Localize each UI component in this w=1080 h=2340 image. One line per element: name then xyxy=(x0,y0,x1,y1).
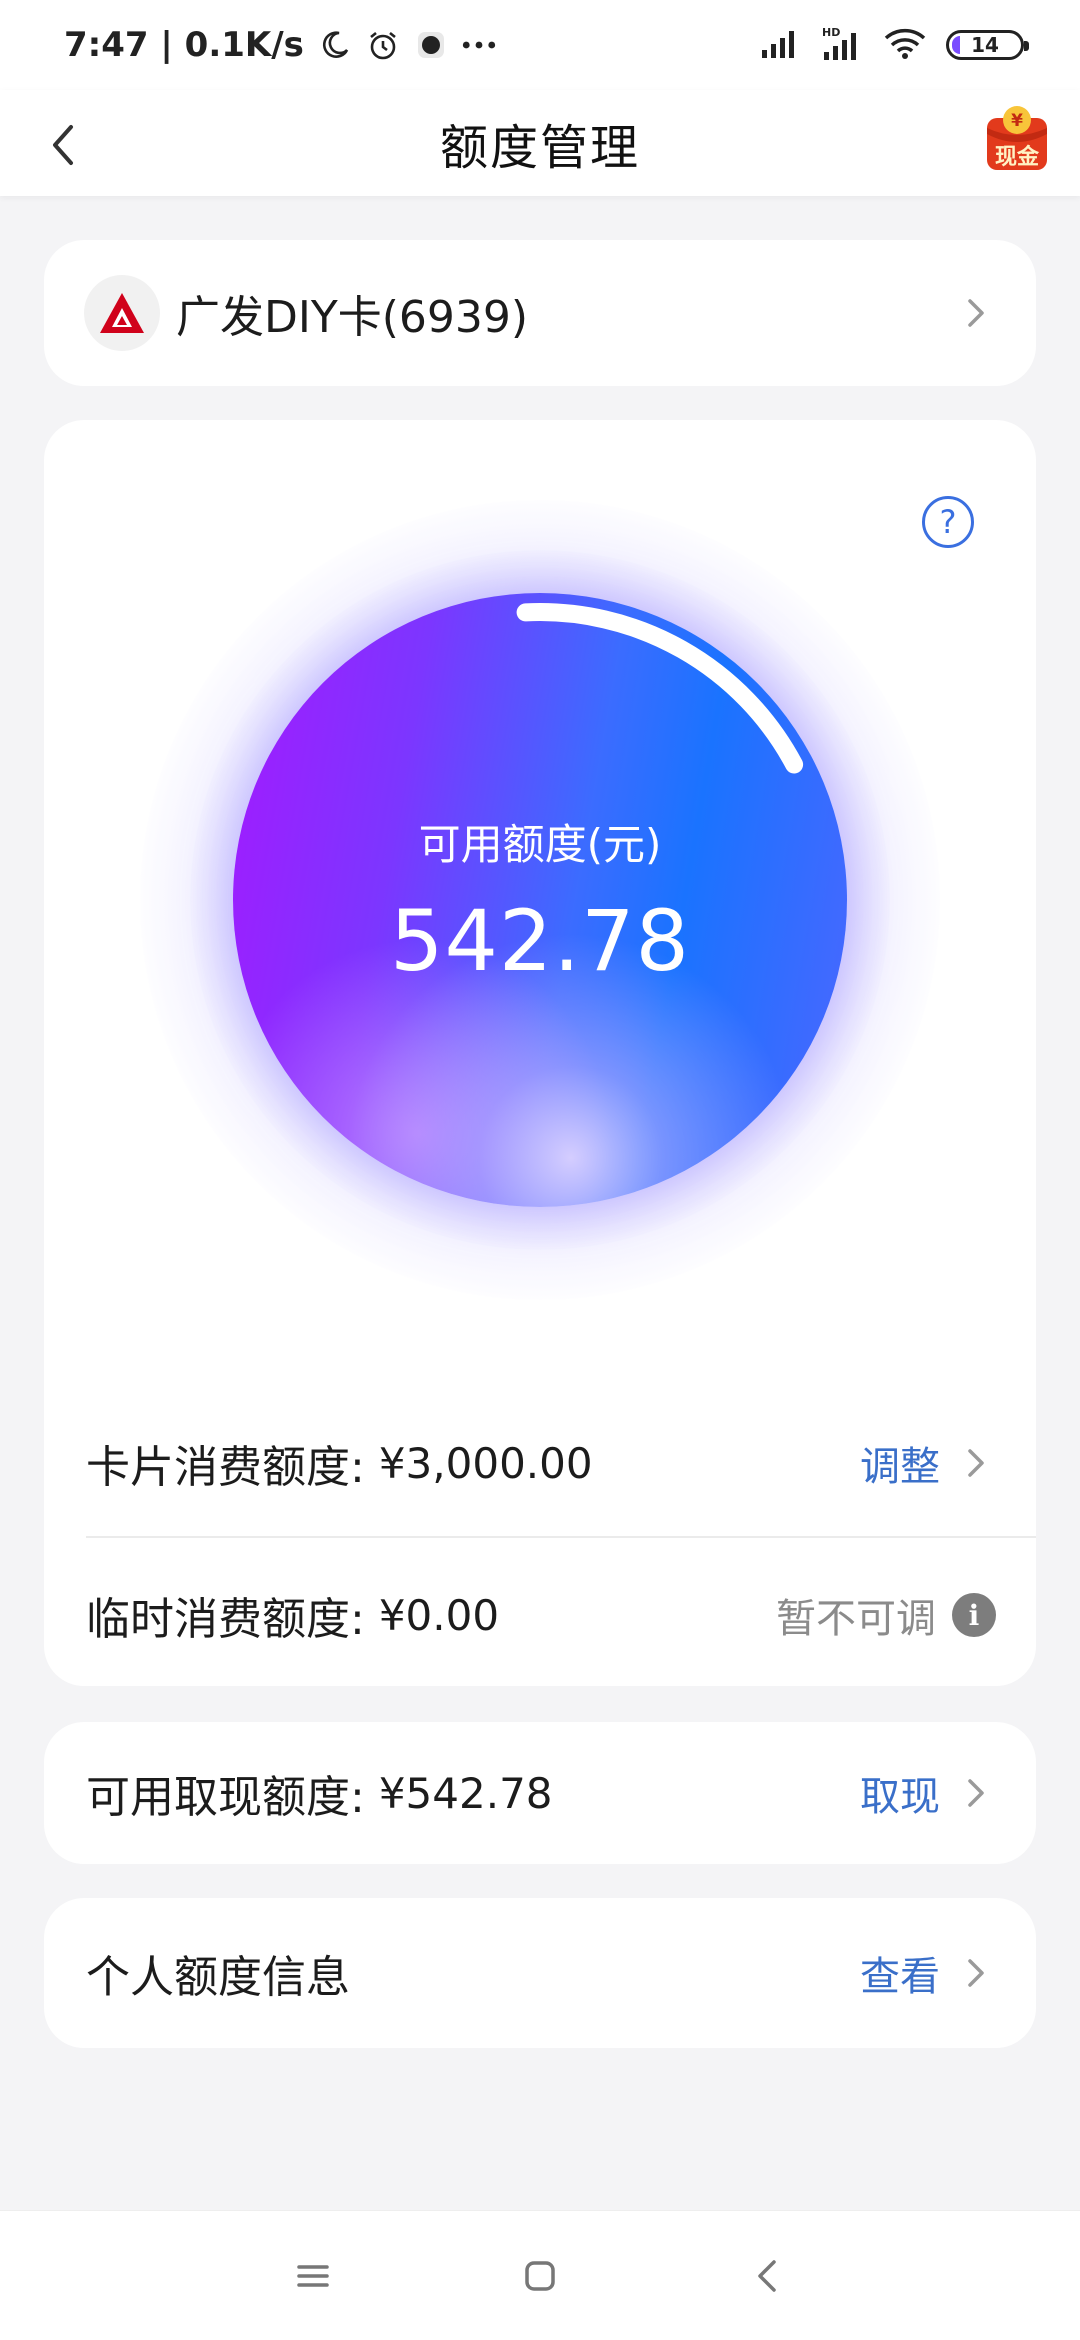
wifi-icon xyxy=(884,27,926,63)
hd-signal-icon: HD xyxy=(820,26,864,64)
back-arrow-icon xyxy=(53,125,73,165)
card-limit-row[interactable]: 卡片消费额度: ¥3,000.00 调整 xyxy=(44,1388,1036,1538)
view-info-link[interactable]: 查看 xyxy=(860,1944,940,2002)
alarm-icon xyxy=(366,28,400,62)
cash-badge-button[interactable]: ¥ 现金 xyxy=(984,104,1050,174)
help-button[interactable]: ? xyxy=(922,496,974,548)
chevron-right-icon xyxy=(956,1443,996,1483)
back-button[interactable] xyxy=(28,110,98,180)
home-square-icon xyxy=(525,2260,555,2291)
personal-limit-card[interactable]: 个人额度信息 查看 xyxy=(44,1898,1036,2048)
cash-badge-label: 现金 xyxy=(995,144,1040,170)
cash-limit-row[interactable]: 可用取现额度: ¥542.78 取现 xyxy=(44,1722,1036,1864)
temp-limit-row: 临时消费额度: ¥0.00 暂不可调 i xyxy=(44,1540,1036,1690)
info-icon[interactable]: i xyxy=(952,1593,996,1637)
available-limit-label: 可用额度(元) xyxy=(418,819,662,869)
menu-button[interactable] xyxy=(283,2246,343,2306)
gauge-usage-arc xyxy=(516,603,804,774)
cash-badge-symbol: ¥ xyxy=(1011,111,1023,131)
chevron-right-icon xyxy=(956,1773,996,1813)
card-selector[interactable]: 广发DIY卡(6939) xyxy=(44,240,1036,386)
system-back-button[interactable] xyxy=(737,2246,797,2306)
chevron-right-icon xyxy=(956,1953,996,1993)
more-dots-icon xyxy=(462,28,496,62)
personal-limit-label: 个人额度信息 xyxy=(86,1952,350,2003)
card-name: 广发DIY卡(6939) xyxy=(176,292,529,343)
svg-text:HD: HD xyxy=(822,26,840,39)
card-limit-value: ¥3,000.00 xyxy=(378,1438,593,1488)
available-limit-gauge: 可用额度(元) 542.78 xyxy=(100,460,980,1340)
chevron-right-icon xyxy=(956,293,996,333)
status-right: HD 14 xyxy=(760,26,1029,64)
gauge-text: 可用额度(元) 542.78 xyxy=(390,811,690,990)
signal-icon xyxy=(760,28,800,62)
card-limit-label: 卡片消费额度: xyxy=(86,1442,365,1493)
cash-limit-value: ¥542.78 xyxy=(378,1768,553,1818)
menu-icon xyxy=(297,2264,330,2287)
system-nav-bar xyxy=(0,2210,1080,2340)
status-bar: 7:47 | 0.1K/s HD 14 xyxy=(0,0,1080,90)
moon-icon xyxy=(318,28,352,62)
adjust-limit-link[interactable]: 调整 xyxy=(860,1434,940,1492)
withdraw-cash-link[interactable]: 取现 xyxy=(860,1764,940,1822)
home-button[interactable] xyxy=(510,2246,570,2306)
app-icon xyxy=(414,28,448,62)
page-title: 额度管理 xyxy=(439,120,640,176)
status-left: 7:47 | 0.1K/s xyxy=(64,25,496,65)
header: 额度管理 ¥ 现金 xyxy=(0,90,1080,196)
battery-icon: 14 xyxy=(946,30,1029,60)
cash-red-packet-icon: ¥ 现金 xyxy=(987,106,1047,170)
status-time-speed: 7:47 | 0.1K/s xyxy=(64,25,304,65)
cash-limit-card[interactable]: 可用取现额度: ¥542.78 取现 xyxy=(44,1722,1036,1864)
battery-level: 14 xyxy=(971,33,999,57)
help-question-icon: ? xyxy=(939,503,957,541)
available-limit-value: 542.78 xyxy=(390,891,690,990)
temp-limit-value: ¥0.00 xyxy=(378,1590,500,1640)
limit-card: 可用额度(元) 542.78 ? 卡片消费额度: ¥3,000.00 调整 临时… xyxy=(44,420,1036,1686)
row-divider xyxy=(86,1536,1036,1538)
cash-limit-label: 可用取现额度: xyxy=(86,1772,365,1823)
bank-logo-icon xyxy=(84,275,160,351)
temp-limit-label: 临时消费额度: xyxy=(86,1594,365,1645)
system-back-icon xyxy=(757,2259,776,2292)
battery-fill xyxy=(952,36,960,54)
personal-limit-row[interactable]: 个人额度信息 查看 xyxy=(44,1898,1036,2048)
temp-limit-status: 暂不可调 xyxy=(776,1596,936,1642)
